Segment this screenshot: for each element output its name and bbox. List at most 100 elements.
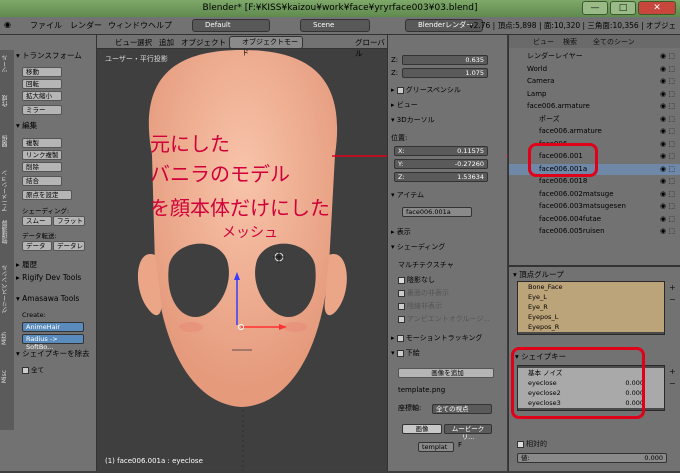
visibility-icon[interactable]: ◉ ⬚ (660, 164, 675, 175)
relative-checkbox[interactable]: 相対的 (517, 439, 547, 449)
display-panel[interactable]: ▸ 表示 (391, 227, 411, 238)
axis-select[interactable]: 全ての視点 (432, 404, 492, 414)
cursor-y-field[interactable]: Y: -0.27260 (394, 159, 488, 169)
visibility-icon[interactable]: ◉ ⬚ (660, 114, 675, 125)
outliner-row[interactable]: Camera ◉ ⬚ (509, 76, 680, 87)
transform-panel-header[interactable]: ▾ トランスフォーム (16, 50, 96, 61)
template-file-row[interactable]: template.png (398, 385, 445, 396)
tab-create[interactable]: 作成 (1, 95, 10, 107)
menu-object[interactable]: オブジェクト (181, 37, 226, 48)
animehair-button[interactable]: AnimeHair (22, 322, 84, 332)
visibility-icon[interactable]: ◉ ⬚ (660, 89, 675, 100)
menu-render[interactable]: レンダー (70, 20, 102, 31)
cursor-z-field[interactable]: Z: 1.53634 (394, 172, 488, 182)
tab-movie-clip[interactable]: ムービークリ... (444, 424, 492, 441)
all-checkbox[interactable]: 全て (22, 364, 44, 374)
visibility-icon[interactable]: ◉ ⬚ (660, 176, 675, 187)
add-shapekey-button[interactable]: + (669, 367, 676, 376)
menu-help[interactable]: ヘルプ (148, 20, 172, 31)
list-item[interactable]: Bone_Face (518, 282, 664, 292)
visibility-icon[interactable]: ◉ ⬚ (660, 64, 675, 75)
outliner-row[interactable]: レンダーレイヤー ◉ ⬚ (509, 51, 680, 62)
background-images-panel[interactable]: ▾ 下絵 (391, 348, 420, 359)
maximize-button[interactable]: □ (610, 1, 636, 15)
outliner-row[interactable]: face006.005ruisen ◉ ⬚ (509, 226, 680, 237)
visibility-icon[interactable]: ◉ ⬚ (660, 214, 675, 225)
remove-shapekey-button[interactable]: − (669, 379, 676, 388)
layout-select[interactable]: Default (192, 19, 270, 32)
menu-view[interactable]: ビュー (115, 37, 138, 48)
scene-select[interactable]: Scene (300, 19, 370, 32)
remove-vertex-group-button[interactable]: − (669, 295, 676, 304)
shapekey-remove-header[interactable]: ▾ シェイプキーを除去 (16, 348, 96, 359)
outliner-menu-view[interactable]: ビュー (533, 37, 554, 47)
outliner-row[interactable]: face006.armature ◉ ⬚ (509, 126, 680, 137)
shapekey-value-field[interactable]: 値: 0.000 (517, 453, 667, 463)
outliner-row[interactable]: Lamp ◉ ⬚ (509, 89, 680, 100)
history-panel-header[interactable]: ▸ 履歴 (16, 259, 96, 270)
rigify-panel-header[interactable]: ▸ Rigify Dev Tools (16, 272, 96, 283)
set-origin-button[interactable]: 原点を設定 (22, 190, 72, 200)
checkbox-box[interactable] (22, 366, 29, 374)
rotate-button[interactable]: 回転 (22, 79, 62, 89)
outliner-row[interactable]: ポーズ ◉ ⬚ (509, 114, 680, 125)
ambient-occlusion-checkbox[interactable]: アンビエントオクルージ... (398, 314, 490, 325)
outliner-row[interactable]: face006.003matsugesen ◉ ⬚ (509, 201, 680, 212)
vertex-groups-header[interactable]: ▾ 頂点グループ (513, 269, 564, 280)
outliner-row[interactable]: face006.armature ◉ ⬚ (509, 101, 680, 112)
shading-panel[interactable]: ▾ シェーディング (391, 242, 445, 253)
tab-grease-pencil[interactable]: グリースペンシル (1, 265, 10, 313)
menu-select[interactable]: 選択 (137, 37, 152, 48)
data-transfer-button[interactable]: データ (22, 241, 52, 251)
list-item[interactable]: Eyepos_R (518, 322, 664, 332)
mirror-button[interactable]: ミラー (22, 105, 62, 115)
visibility-icon[interactable]: ◉ ⬚ (660, 226, 675, 237)
link-duplicate-button[interactable]: リンク複製 (22, 150, 62, 160)
outliner-row[interactable]: face006.002matsuge ◉ ⬚ (509, 189, 680, 200)
move-button[interactable]: 移動 (22, 67, 62, 77)
add-image-button[interactable]: 画像を追加 (398, 368, 494, 378)
tab-tools[interactable]: ツール (1, 55, 10, 73)
join-button[interactable]: 結合 (22, 176, 62, 186)
tab-mith[interactable]: Mith (1, 332, 8, 345)
shadeless-checkbox[interactable]: 陰影なし (398, 275, 435, 286)
tab-misc[interactable]: Misc (1, 370, 8, 383)
mode-select[interactable]: オブジェクトモード (229, 36, 303, 57)
visibility-icon[interactable]: ◉ ⬚ (660, 126, 675, 137)
close-button[interactable]: ✕ (638, 1, 676, 15)
item-panel[interactable]: ▾ アイテム (391, 190, 424, 201)
scale-button[interactable]: 拡大縮小 (22, 91, 62, 101)
list-item[interactable]: Eye_R (518, 302, 664, 312)
edit-panel-header[interactable]: ▾ 編集 (16, 120, 96, 131)
visibility-icon[interactable]: ◉ ⬚ (660, 51, 675, 62)
outliner-row[interactable]: World ◉ ⬚ (509, 64, 680, 75)
smooth-button[interactable]: スムー (22, 216, 52, 226)
visibility-icon[interactable]: ◉ ⬚ (660, 139, 675, 150)
cursor3d-panel[interactable]: ▾ 3Dカーソル (391, 115, 435, 126)
menu-add[interactable]: 追加 (159, 37, 174, 48)
hidden-wire-checkbox[interactable]: 陰線非表示 (398, 301, 442, 312)
fake-user-label[interactable]: F (458, 440, 462, 451)
3d-viewport[interactable]: ユーザー・平行投影 (1) face006.001a : eyeclose (97, 35, 387, 471)
grease-pencil-panel[interactable]: ▸ グリースペンシル (391, 85, 461, 96)
cursor-x-field[interactable]: X: 0.11575 (394, 146, 488, 156)
radius-softbody-button[interactable]: Radius -> SoftBo... (22, 334, 84, 351)
outliner-scene-filter[interactable]: 全てのシーン (593, 37, 635, 47)
view-panel[interactable]: ▸ ビュー (391, 100, 418, 111)
outliner-row[interactable]: face006.004futae ◉ ⬚ (509, 214, 680, 225)
outliner-row[interactable]: face006.0018 ◉ ⬚ (509, 176, 680, 187)
list-item[interactable]: Eyepos_L (518, 312, 664, 322)
template-image-field[interactable]: templat (418, 442, 454, 452)
z2-value[interactable]: 1.075 (402, 68, 488, 78)
minimize-button[interactable]: — (582, 1, 608, 15)
amasawa-panel-header[interactable]: ▾ Amasawa Tools (16, 293, 96, 304)
visibility-icon[interactable]: ◉ ⬚ (660, 151, 675, 162)
menu-window[interactable]: ウィンドウ (108, 20, 148, 31)
tab-animation[interactable]: アニメーション (1, 170, 10, 212)
flat-button[interactable]: フラット (53, 216, 85, 226)
z1-value[interactable]: 0.635 (402, 55, 488, 65)
delete-button[interactable]: 削除 (22, 162, 62, 172)
backface-checkbox[interactable]: 裏面の非表示 (398, 288, 449, 299)
data-layer-button[interactable]: データレ (53, 241, 85, 251)
visibility-icon[interactable]: ◉ ⬚ (660, 189, 675, 200)
